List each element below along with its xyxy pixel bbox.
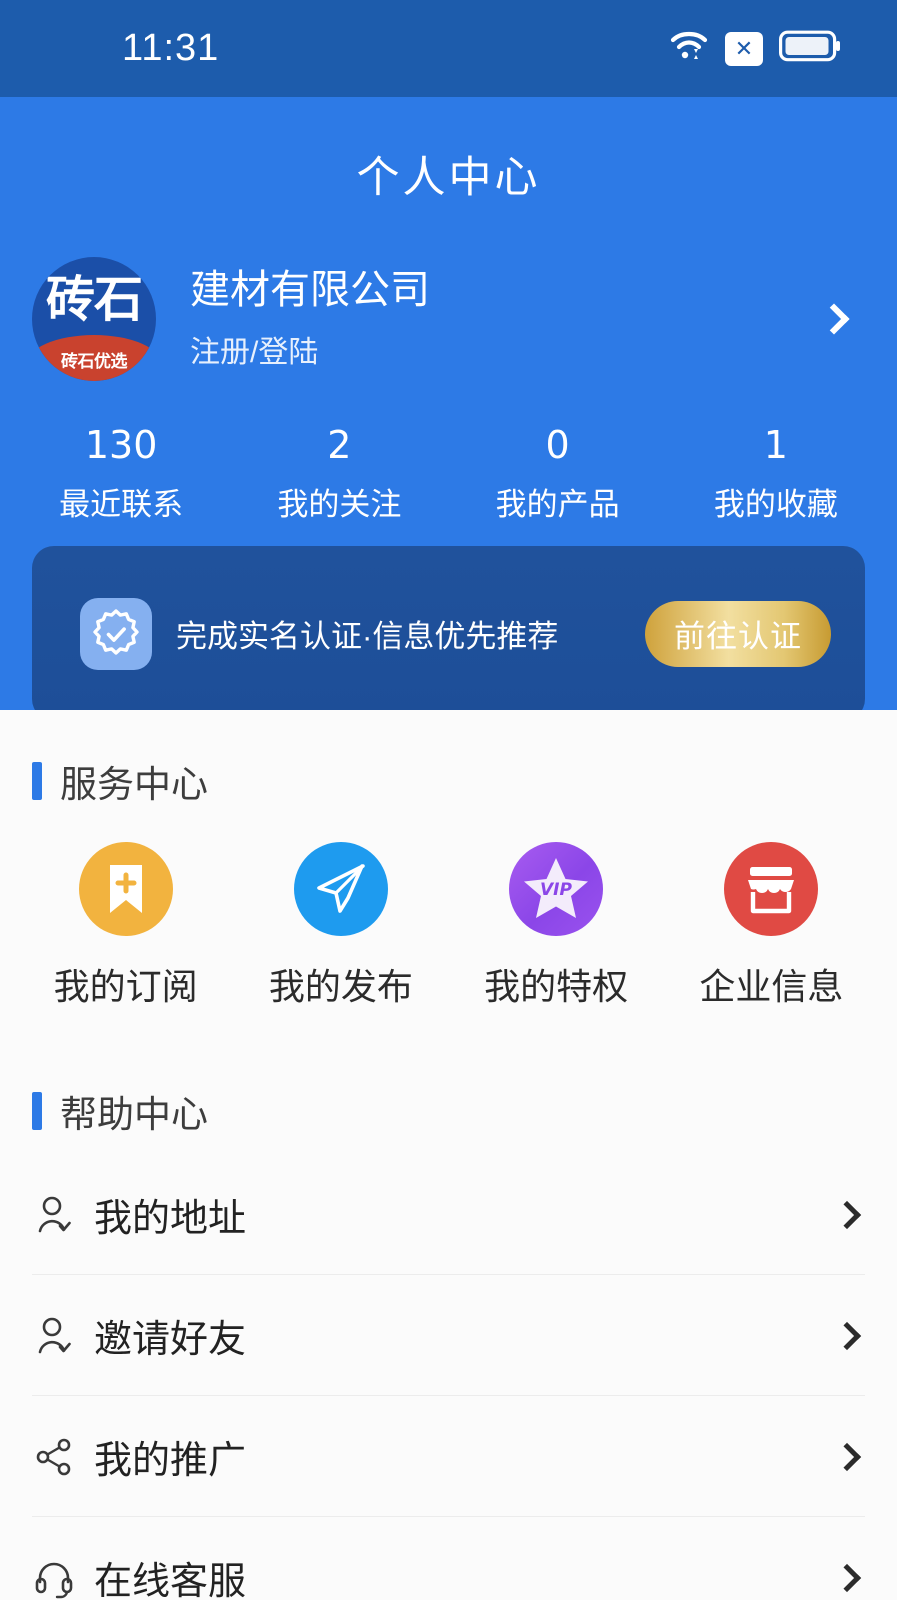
content-panel: 服务中心 我的订阅 我的发布 VIP 我的特权 企业信息 帮助中心 我的地址 邀… <box>0 710 897 1600</box>
avatar-logo-band-text: 砖石优选 <box>61 352 128 372</box>
service-item-my-posts[interactable]: 我的发布 <box>233 842 448 1010</box>
profile-header: 个人中心 砖石 砖石优选 建材有限公司 注册/登陆 130 最近联系 2 我的关… <box>0 97 897 710</box>
chevron-right-icon[interactable] <box>818 303 863 335</box>
stat-my-follows[interactable]: 2 我的关注 <box>230 423 448 524</box>
service-item-my-subscriptions[interactable]: 我的订阅 <box>18 842 233 1010</box>
chevron-right-icon[interactable] <box>832 1442 862 1471</box>
sim-disabled-icon: ✕ <box>725 31 763 66</box>
avatar-logo-text: 砖石 <box>45 271 143 328</box>
status-bar-icons: ✕ <box>669 29 841 68</box>
app-screen: 11:31 ✕ 个人中心 砖石 砖石优选 建材有限公司 注册/登陆 130 最近… <box>0 0 897 1600</box>
help-row-label: 在线客服 <box>94 1561 247 1600</box>
avatar: 砖石 砖石优选 <box>32 257 156 381</box>
stat-value: 130 <box>84 423 158 467</box>
section-accent-bar <box>32 762 42 800</box>
stat-recent-contacts[interactable]: 130 最近联系 <box>12 423 230 524</box>
stats-row: 130 最近联系 2 我的关注 0 我的产品 1 我的收藏 <box>0 423 897 524</box>
service-item-label: 我的订阅 <box>53 966 198 1007</box>
profile-info: 建材有限公司 注册/登陆 <box>190 267 823 371</box>
paper-plane-icon <box>293 842 388 936</box>
vip-star-icon: VIP <box>509 842 604 936</box>
service-item-my-privileges[interactable]: VIP 我的特权 <box>449 842 664 1010</box>
section-accent-bar <box>32 1092 42 1130</box>
avatar-logo-band: 砖石优选 <box>32 335 156 381</box>
verification-banner[interactable]: 完成实名认证·信息优先推荐 前往认证 <box>32 546 865 710</box>
help-center-header: 帮助中心 <box>0 1084 897 1138</box>
help-center-title: 帮助中心 <box>60 1094 208 1135</box>
company-name: 建材有限公司 <box>190 268 430 312</box>
profile-row[interactable]: 砖石 砖石优选 建材有限公司 注册/登陆 <box>0 257 897 381</box>
service-item-company-info[interactable]: 企业信息 <box>664 842 879 1010</box>
storefront-icon <box>724 842 819 936</box>
status-bar: 11:31 ✕ <box>0 0 897 97</box>
bookmark-plus-icon <box>78 842 173 936</box>
user-check-icon <box>32 1193 76 1237</box>
user-check-icon <box>32 1314 76 1358</box>
stat-label: 我的产品 <box>495 486 620 522</box>
chevron-right-icon[interactable] <box>832 1563 862 1592</box>
service-grid: 我的订阅 我的发布 VIP 我的特权 企业信息 <box>0 842 897 1010</box>
chevron-right-icon[interactable] <box>832 1200 862 1229</box>
stat-label: 我的收藏 <box>713 486 838 522</box>
help-row-label: 我的地址 <box>94 1198 247 1240</box>
stat-value: 1 <box>763 423 788 467</box>
stat-value: 0 <box>545 423 570 467</box>
service-center-header: 服务中心 <box>0 710 897 808</box>
help-row-online-support[interactable]: 在线客服 <box>0 1517 897 1600</box>
wifi-icon <box>669 29 709 68</box>
share-nodes-icon <box>32 1435 76 1479</box>
verified-badge-icon <box>80 597 152 670</box>
headset-icon <box>32 1556 76 1600</box>
stat-my-products[interactable]: 0 我的产品 <box>449 423 667 524</box>
go-verify-button[interactable]: 前往认证 <box>645 600 831 667</box>
verification-text: 完成实名认证·信息优先推荐 <box>176 619 559 654</box>
page-title: 个人中心 <box>356 154 541 202</box>
stat-my-favorites[interactable]: 1 我的收藏 <box>667 423 885 524</box>
status-bar-time: 11:31 <box>122 27 220 69</box>
chevron-right-icon[interactable] <box>832 1321 862 1350</box>
service-item-label: 我的发布 <box>268 966 413 1007</box>
service-item-label: 企业信息 <box>699 966 844 1007</box>
help-row-my-address[interactable]: 我的地址 <box>0 1154 897 1275</box>
stat-value: 2 <box>327 423 352 467</box>
service-center-title: 服务中心 <box>60 764 208 805</box>
battery-icon <box>779 30 841 67</box>
help-center-list: 我的地址 邀请好友 我的推广 在线客服 <box>0 1154 897 1600</box>
help-row-invite-friends[interactable]: 邀请好友 <box>0 1275 897 1396</box>
help-row-label: 邀请好友 <box>94 1319 247 1361</box>
help-row-label: 我的推广 <box>94 1440 247 1482</box>
svg-text:VIP: VIP <box>540 880 572 900</box>
service-item-label: 我的特权 <box>484 966 629 1007</box>
stat-label: 我的关注 <box>277 486 402 522</box>
help-row-my-promotion[interactable]: 我的推广 <box>0 1396 897 1517</box>
register-login-link[interactable]: 注册/登陆 <box>190 327 823 371</box>
stat-label: 最近联系 <box>59 486 184 522</box>
